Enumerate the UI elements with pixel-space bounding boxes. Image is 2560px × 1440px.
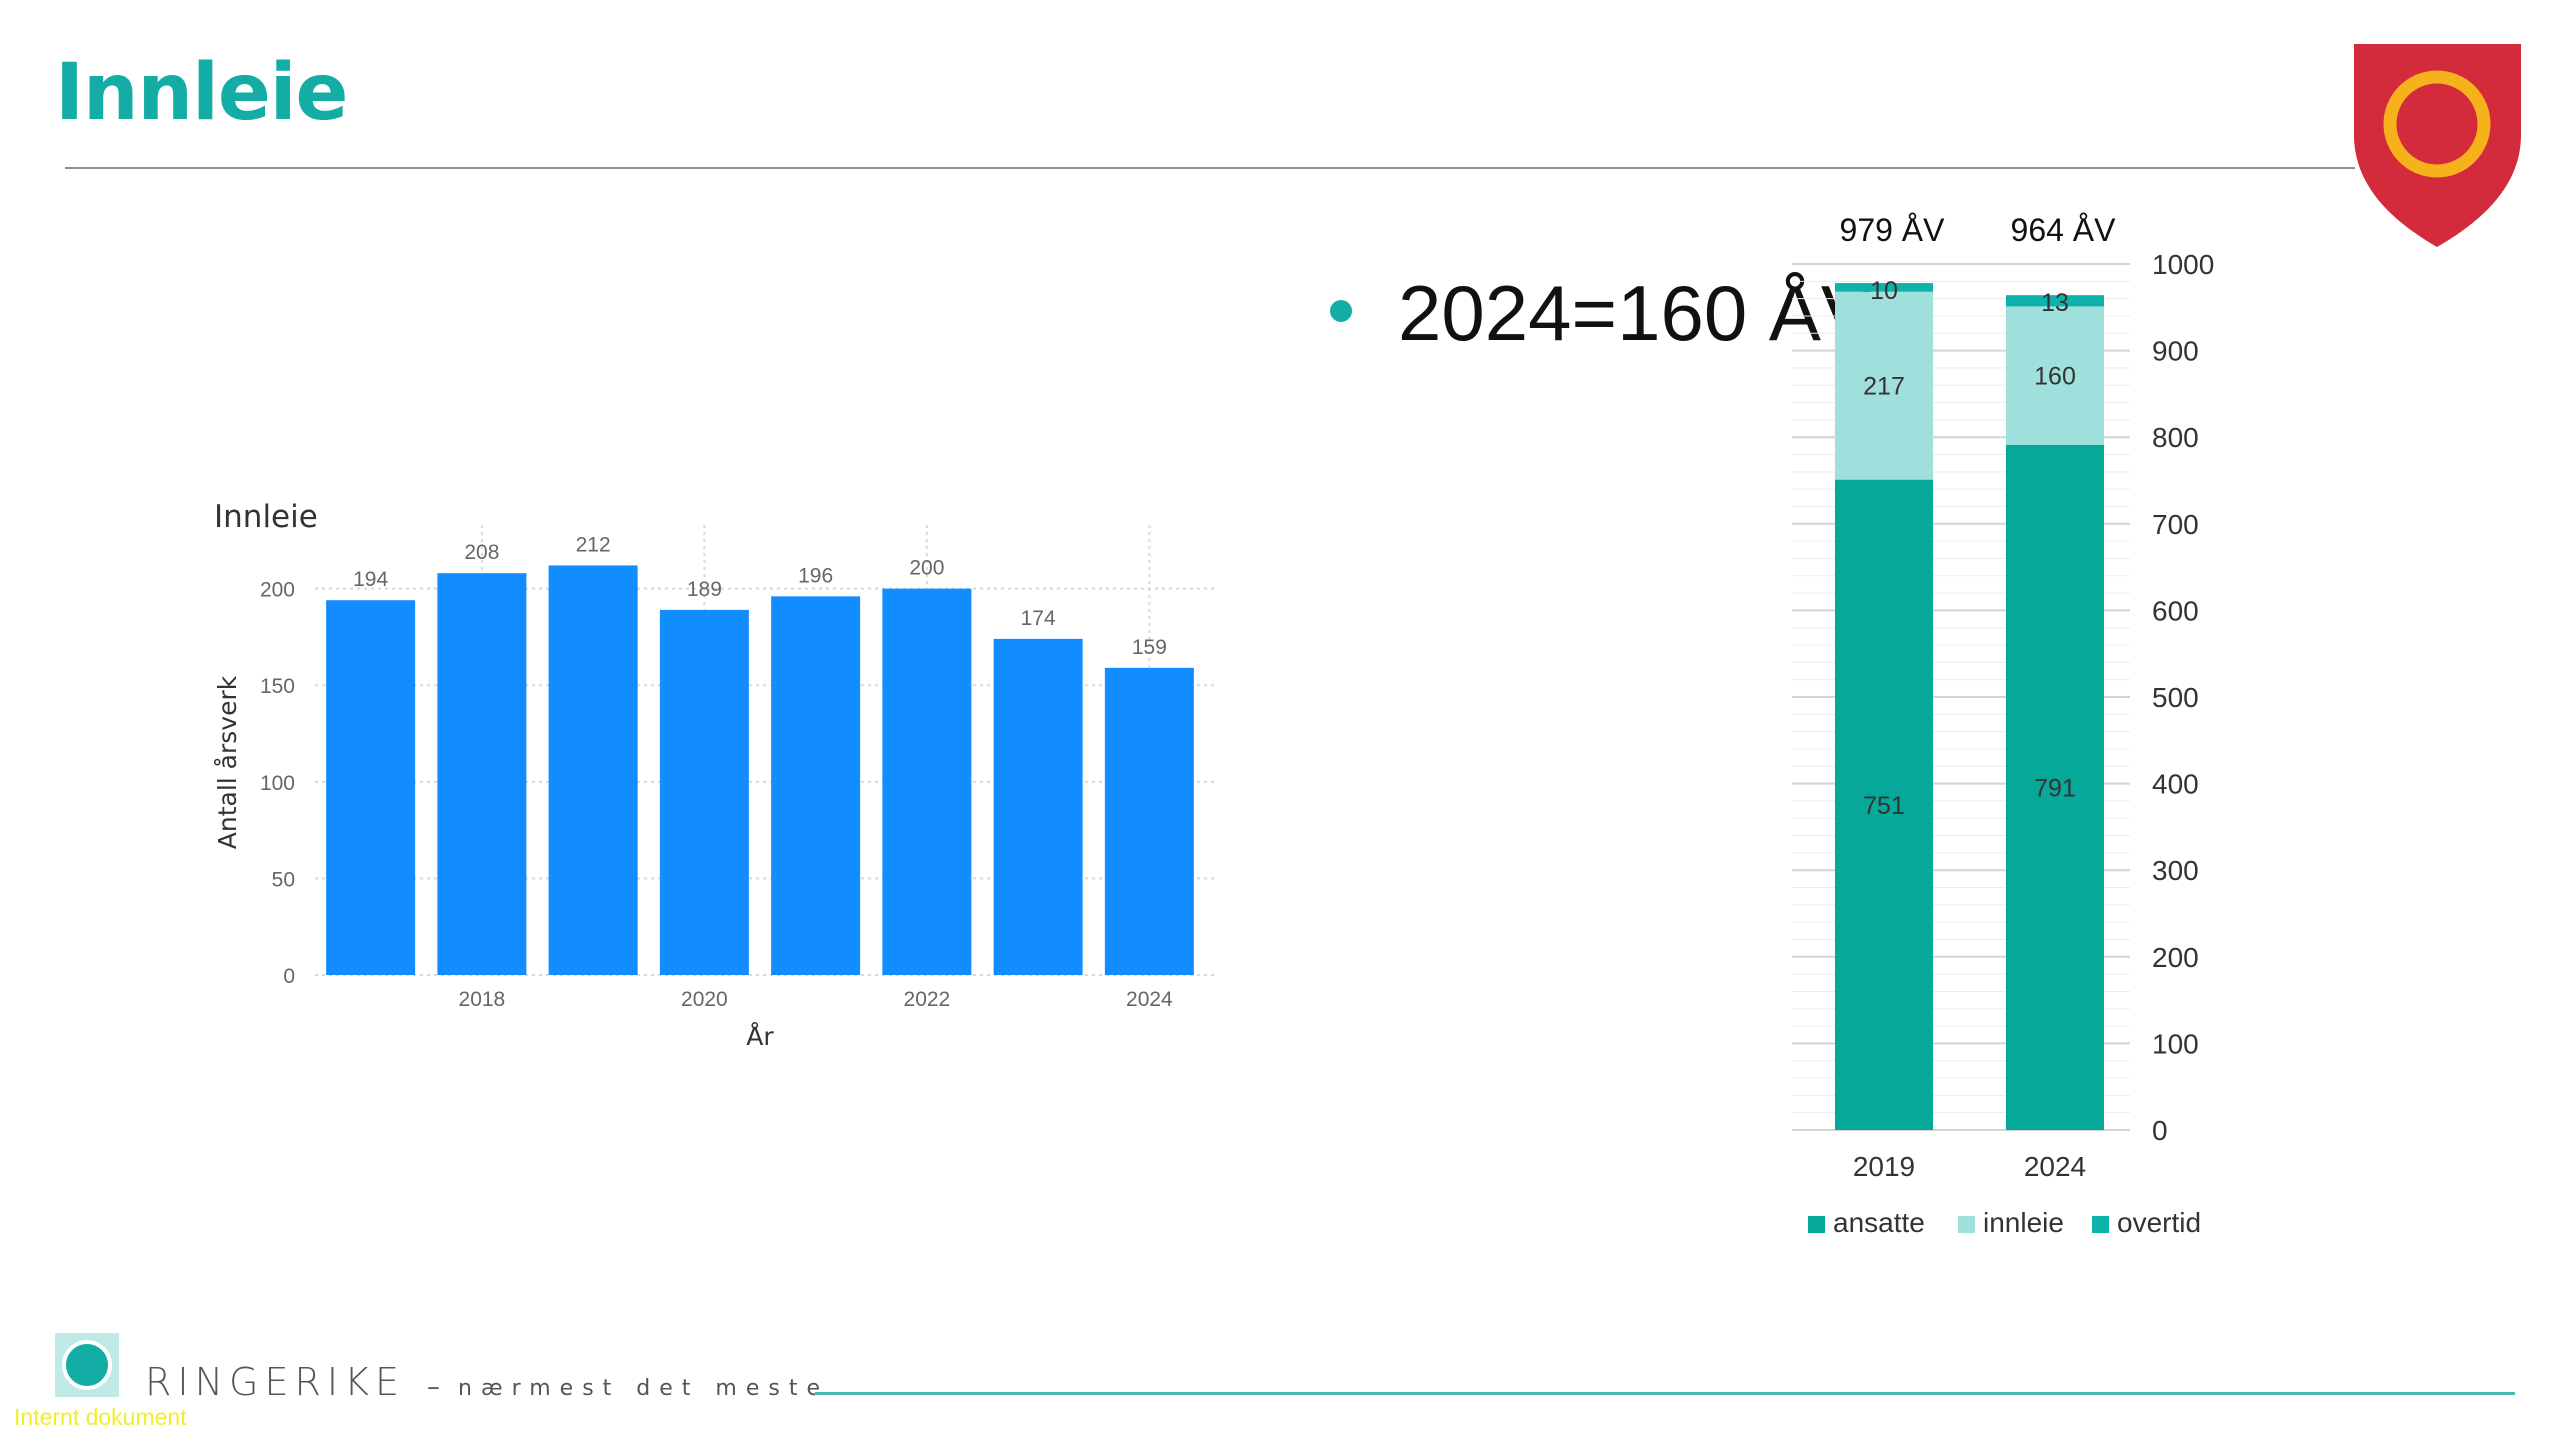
legend-swatch-innleie [1958,1216,1975,1233]
x-tick-label: 2020 [681,988,728,1011]
y-tick-label: 400 [2152,769,2199,800]
bar [1104,667,1194,975]
stacked-bar-chart: 0 100 200 300 400 500 600 700 800 900 1000 751 217 10… [1792,212,2214,1238]
y-tick-label: 50 [272,868,295,891]
legend-label: ansatte [1833,1207,1925,1238]
y-tick-label: 0 [2152,1115,2168,1146]
y-tick-label: 900 [2152,336,2199,367]
brand-slogan: nærmest det meste [458,1376,829,1401]
total-label: 964 ÅV [2011,212,2117,248]
y-tick-label: 800 [2152,422,2199,453]
chart-title: Innleie [214,499,318,535]
data-label: 194 [353,568,388,591]
segment-label: 13 [2041,289,2069,317]
footer-brand: RINGERIKE – nærmest det meste [145,1360,829,1404]
y-tick-label: 200 [2152,942,2199,973]
bar [659,609,749,975]
innleie-bar-chart: Innleie 0 50 100 150 200 194 208 212 189 196 200 174… [213,499,1215,1051]
x-tick-label: 2019 [1853,1151,1915,1182]
y-tick-label: 600 [2152,595,2199,626]
ringerike-logo-icon [55,1333,119,1397]
y-axis-title: Antall årsverk [213,675,242,849]
slide-title: Innleie [55,48,348,138]
logo-circle [62,1340,112,1390]
x-tick-label: 2018 [459,988,506,1011]
footer-divider [815,1392,2515,1395]
data-label: 212 [576,533,611,556]
data-label: 208 [464,541,499,564]
bar [548,565,638,975]
x-tick-label: 2024 [1126,988,1173,1011]
legend-swatch-ansatte [1808,1216,1825,1233]
data-label: 174 [1021,607,1056,630]
data-label: 196 [798,564,833,587]
legend-swatch-overtid [2092,1216,2109,1233]
bar [993,638,1083,975]
y-tick-label: 100 [260,772,295,795]
y-tick-label: 500 [2152,682,2199,713]
bar [326,600,416,975]
segment-label: 217 [1863,373,1905,401]
total-label: 979 ÅV [1840,212,1946,248]
segment-label: 791 [2034,774,2076,802]
bullet-dot-icon [1330,300,1352,323]
internal-document-label: Internt dokument [14,1404,187,1430]
segment-label: 751 [1863,792,1905,820]
y-tick-label: 1000 [2152,249,2214,280]
legend-label: innleie [1983,1207,2064,1238]
brand-dash: – [427,1372,441,1402]
x-tick-label: 2024 [2024,1151,2086,1182]
y-tick-label: 0 [283,965,295,988]
bar [437,573,527,975]
y-tick-label: 300 [2152,855,2199,886]
bar [771,596,861,975]
x-axis-title: År [746,1022,774,1051]
segment-label: 10 [1870,277,1898,305]
y-tick-label: 200 [260,579,295,602]
bar [882,588,972,975]
legend-label: overtid [2117,1207,2201,1238]
data-label: 200 [909,557,944,580]
title-divider [65,167,2355,169]
segment-label: 160 [2034,363,2076,391]
y-tick-label: 100 [2152,1028,2199,1059]
coat-of-arms-icon [2354,44,2521,247]
data-label: 159 [1132,636,1167,659]
brand-name: RINGERIKE [145,1360,406,1404]
y-tick-label: 150 [260,675,295,698]
y-tick-label: 700 [2152,509,2199,540]
x-tick-label: 2022 [904,988,951,1011]
data-label: 189 [687,578,722,601]
